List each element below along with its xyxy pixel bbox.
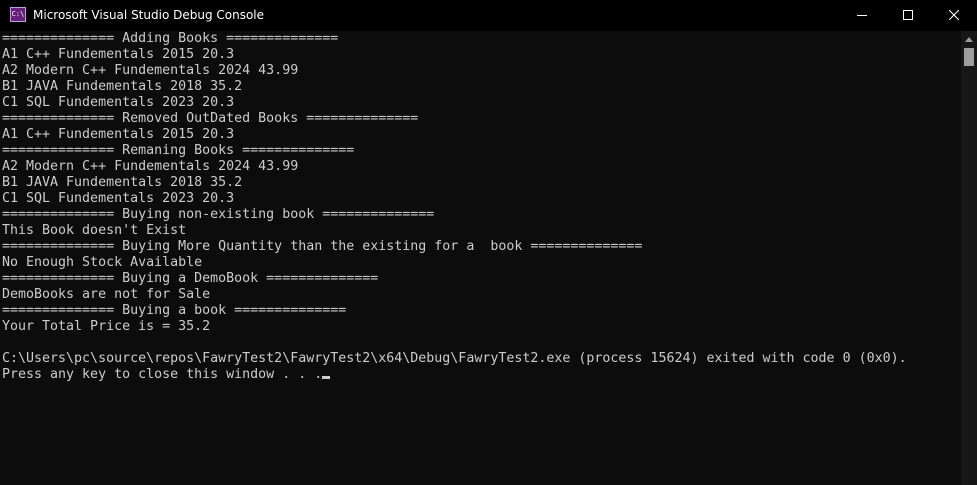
debug-console-window: C:\ Microsoft Visual Studio Debug Consol… xyxy=(0,0,977,485)
console-line: B1 JAVA Fundementals 2018 35.2 xyxy=(2,175,243,190)
console-line: B1 JAVA Fundementals 2018 35.2 xyxy=(2,79,243,94)
console-line: Your Total Price is = 35.2 xyxy=(2,319,211,334)
console-line: A1 C++ Fundementals 2015 20.3 xyxy=(2,127,235,142)
console-line: This Book doesn't Exist xyxy=(2,223,187,238)
maximize-icon xyxy=(903,10,913,20)
console-app-icon: C:\ xyxy=(10,7,26,22)
scroll-thumb[interactable] xyxy=(964,48,974,66)
console-line: ============== Buying a book ===========… xyxy=(2,303,347,318)
console-line: A2 Modern C++ Fundementals 2024 43.99 xyxy=(2,63,299,78)
scroll-up-button[interactable] xyxy=(961,31,977,47)
console-line: ============== Buying a DemoBook =======… xyxy=(2,271,379,286)
vertical-scrollbar[interactable] xyxy=(961,31,977,485)
window-title: Microsoft Visual Studio Debug Console xyxy=(33,8,265,22)
press-any-key-text: Press any key to close this window . . . xyxy=(2,367,323,382)
console-line: C1 SQL Fundementals 2023 20.3 xyxy=(2,95,235,110)
maximize-button[interactable] xyxy=(885,0,931,30)
console-line: A1 C++ Fundementals 2015 20.3 xyxy=(2,47,235,62)
console-line: ============== Removed OutDated Books ==… xyxy=(2,111,419,126)
minimize-button[interactable] xyxy=(839,0,885,30)
scroll-up-arrow-icon xyxy=(965,36,973,42)
minimize-icon xyxy=(857,15,867,16)
console-line: ============== Adding Books ============… xyxy=(2,31,339,46)
console-output[interactable]: ============== Adding Books ============… xyxy=(0,31,961,485)
close-button[interactable] xyxy=(931,0,977,30)
console-line: A2 Modern C++ Fundementals 2024 43.99 xyxy=(2,159,299,174)
console-line: ============== Remaning Books ==========… xyxy=(2,143,355,158)
close-icon xyxy=(949,10,959,20)
console-line-exit-path: C:\Users\pc\source\repos\FawryTest2\Fawr… xyxy=(2,351,907,366)
console-line: ============== Buying non-existing book … xyxy=(2,207,435,222)
console-line: C1 SQL Fundementals 2023 20.3 xyxy=(2,191,235,206)
console-line-prompt: Press any key to close this window . . . xyxy=(2,367,331,383)
console-line: ============== Buying More Quantity than… xyxy=(2,239,643,254)
text-cursor xyxy=(322,376,331,379)
console-line: DemoBooks are not for Sale xyxy=(2,287,211,302)
console-line: No Enough Stock Available xyxy=(2,255,203,270)
title-bar[interactable]: C:\ Microsoft Visual Studio Debug Consol… xyxy=(0,0,977,31)
